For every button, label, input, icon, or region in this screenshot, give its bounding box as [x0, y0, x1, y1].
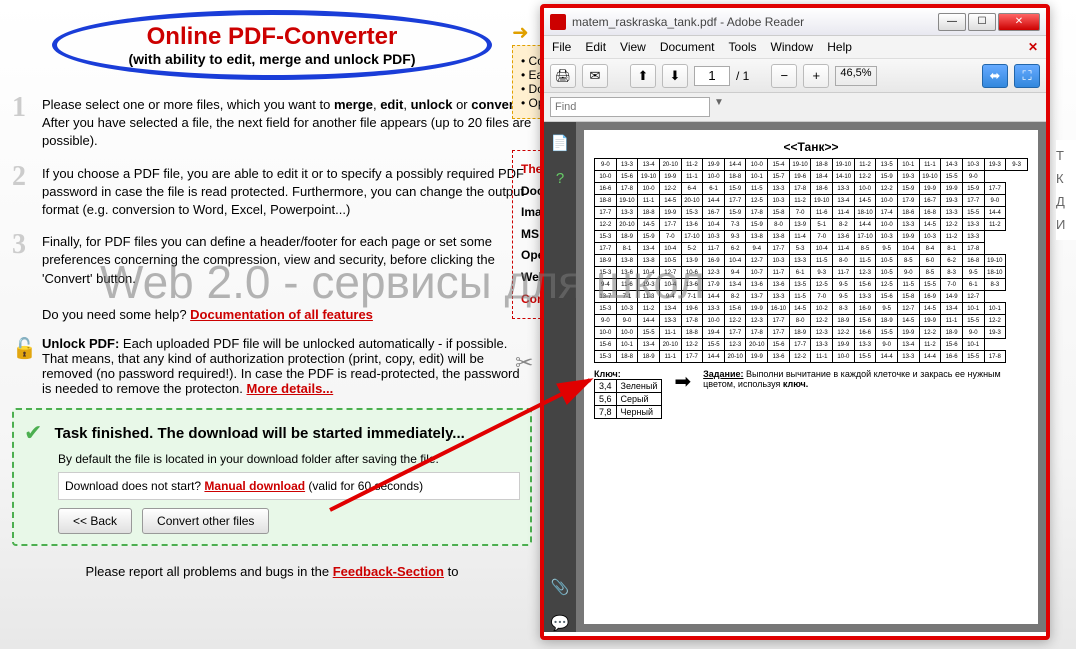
- page-title: Online PDF-Converter: [87, 23, 457, 51]
- print-icon[interactable]: 🖨: [550, 64, 576, 88]
- task-title: Task finished. The download will be star…: [54, 425, 464, 442]
- step-text: Please select one or more files, which y…: [42, 92, 532, 151]
- menu-tools[interactable]: Tools: [729, 40, 757, 54]
- page-total: / 1: [736, 69, 749, 83]
- back-button[interactable]: << Back: [58, 508, 132, 534]
- side-strip: 📄 ? 📎 💬: [544, 122, 576, 632]
- step-3: 3 Finally, for PDF files you can define …: [12, 229, 532, 324]
- attachment-icon[interactable]: 📎: [551, 578, 570, 596]
- feedback-link[interactable]: Feedback-Section: [333, 564, 444, 579]
- menu-window[interactable]: Window: [771, 40, 814, 54]
- find-input[interactable]: [550, 97, 710, 117]
- pages-icon[interactable]: 📄: [551, 134, 570, 152]
- lock-icon: 🔓: [12, 336, 42, 396]
- task-finished-box: ✔ Task finished. The download will be st…: [12, 408, 532, 546]
- help-icon[interactable]: ?: [556, 170, 564, 187]
- prev-page-icon[interactable]: ⬆: [630, 64, 656, 88]
- minimize-button[interactable]: —: [938, 13, 966, 31]
- step-number: 1: [12, 92, 42, 151]
- unlock-section: 🔓 Unlock PDF: Each uploaded PDF file wil…: [12, 336, 532, 396]
- close-button[interactable]: ✕: [998, 13, 1040, 31]
- unlock-text: Unlock PDF: Each uploaded PDF file will …: [42, 336, 532, 396]
- manual-download-link[interactable]: Manual download: [204, 479, 305, 493]
- page-subtitle: (with ability to edit, merge and unlock …: [87, 51, 457, 67]
- task-text: Задание: Выполни вычитание в каждой клет…: [703, 369, 1028, 419]
- zoom-in-icon[interactable]: +: [803, 64, 829, 88]
- document-area[interactable]: <<Танк>> 9-013-313-420-1011-219-914-410-…: [576, 122, 1046, 632]
- step-number: 2: [12, 161, 42, 220]
- task-subtitle: By default the file is located in your d…: [58, 452, 520, 466]
- convert-other-button[interactable]: Convert other files: [142, 508, 269, 534]
- adobe-reader-window: matem_raskraska_tank.pdf - Adobe Reader …: [540, 4, 1050, 640]
- maximize-button[interactable]: ☐: [968, 13, 996, 31]
- step-text: If you choose a PDF file, you are able t…: [42, 161, 532, 220]
- key-table: 3,4Зеленый5,6Серый7,8Черный: [594, 379, 662, 419]
- titlebar[interactable]: matem_raskraska_tank.pdf - Adobe Reader …: [544, 8, 1046, 36]
- findbar: ▼: [544, 93, 1046, 122]
- key-label: Ключ:: [594, 369, 621, 379]
- menu-view[interactable]: View: [620, 40, 646, 54]
- check-icon: ✔: [24, 420, 42, 446]
- doc-title: <<Танк>>: [594, 140, 1028, 154]
- page-input[interactable]: [694, 66, 730, 86]
- zoom-out-icon[interactable]: −: [771, 64, 797, 88]
- right-edge-letters: ТКДИ: [1056, 140, 1076, 240]
- menubar: File Edit View Document Tools Window Hel…: [544, 36, 1046, 59]
- math-grid: 9-013-313-420-1011-219-914-410-015-419-1…: [594, 158, 1028, 363]
- zoom-select[interactable]: 46,5%: [835, 66, 876, 86]
- next-page-icon[interactable]: ⬇: [662, 64, 688, 88]
- arrow-icon: ➡: [674, 369, 691, 419]
- email-icon[interactable]: ✉: [582, 64, 608, 88]
- comment-icon[interactable]: 💬: [551, 614, 570, 632]
- report-line: Please report all problems and bugs in t…: [12, 564, 532, 579]
- menu-help[interactable]: Help: [827, 40, 852, 54]
- step-1: 1 Please select one or more files, which…: [12, 92, 532, 151]
- header-oval: Online PDF-Converter (with ability to ed…: [52, 10, 492, 80]
- documentation-link[interactable]: Documentation of all features: [190, 307, 373, 322]
- menu-document[interactable]: Document: [660, 40, 715, 54]
- window-title: matem_raskraska_tank.pdf - Adobe Reader: [572, 15, 938, 29]
- step-number: 3: [12, 229, 42, 324]
- pdf-page: <<Танк>> 9-013-313-420-1011-219-914-410-…: [584, 130, 1038, 624]
- menu-file[interactable]: File: [552, 40, 571, 54]
- step-2: 2 If you choose a PDF file, you are able…: [12, 161, 532, 220]
- download-box: Download does not start? Manual download…: [58, 472, 520, 500]
- fit-width-icon[interactable]: ⬌: [982, 64, 1008, 88]
- step-text: Finally, for PDF files you can define a …: [42, 229, 532, 324]
- fit-page-icon[interactable]: ⛶: [1014, 64, 1040, 88]
- scissors-icon: ✂: [515, 350, 533, 376]
- toolbar: 🖨 ✉ ⬆ ⬇ / 1 − + 46,5% ⬌ ⛶: [544, 59, 1046, 93]
- help-icon[interactable]: ✕: [1028, 40, 1038, 54]
- pdf-icon: [550, 14, 566, 30]
- menu-edit[interactable]: Edit: [585, 40, 606, 54]
- more-details-link[interactable]: More details...: [247, 381, 334, 396]
